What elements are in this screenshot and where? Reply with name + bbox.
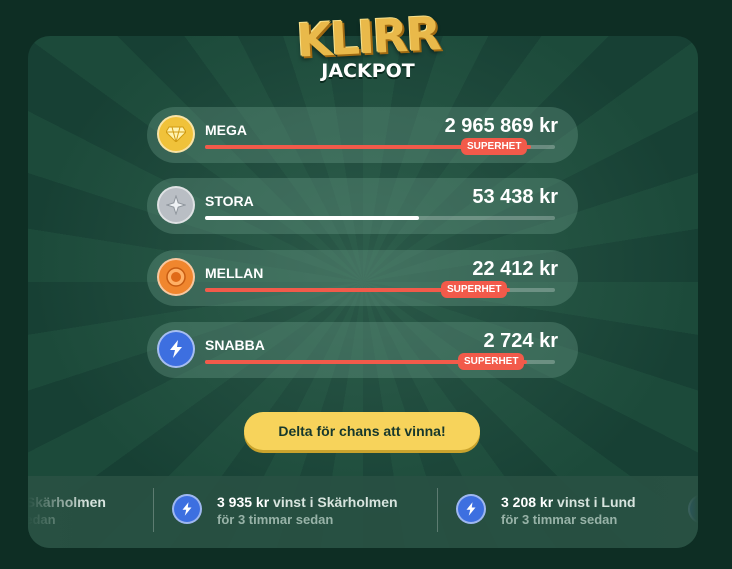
tier-amount: 2 965 869 kr [444, 115, 558, 137]
ticker-time: för 3 timmar sedan [501, 512, 618, 527]
progress-bar: SUPERHET [205, 353, 555, 370]
logo-sub-text: JACKPOT [321, 60, 415, 82]
superhet-badge: SUPERHET [441, 281, 508, 298]
progress-bar [205, 216, 555, 220]
ticker-amount: 3 935 kr [217, 494, 270, 510]
tier-mellan: MELLAN 22 412 kr SUPERHET [147, 250, 578, 306]
winners-ticker: i Skärholmen sedan 3 935 kr vinst i Skär… [28, 476, 698, 548]
logo-main-text: KLIRR [295, 6, 441, 68]
ticker-amount: 3 208 kr [501, 494, 554, 510]
progress-bar: SUPERHET [205, 138, 555, 155]
diamond-icon [157, 115, 195, 153]
tier-name: MEGA [205, 122, 247, 138]
ticker-divider [437, 488, 438, 532]
tier-stora: STORA 53 438 kr [147, 178, 578, 234]
ticker-time: för 3 timmar sedan [217, 512, 334, 527]
tier-snabba: SNABBA 2 724 kr SUPERHET [147, 322, 578, 378]
tier-amount: 53 438 kr [472, 186, 558, 208]
lightning-icon [172, 494, 202, 524]
ticker-headline: 3 208 kr vinst i Lund [501, 494, 636, 510]
ticker-divider [153, 488, 154, 532]
lightning-icon [456, 494, 486, 524]
tier-name: STORA [205, 193, 254, 209]
ticker-text: vinst i Lund [553, 494, 636, 510]
circle-icon [157, 258, 195, 296]
tier-amount: 2 724 kr [483, 330, 558, 352]
join-chance-button[interactable]: Delta för chans att vinna! [244, 412, 480, 450]
progress-fill [205, 216, 419, 220]
ticker-fade-right [638, 476, 698, 548]
ticker-item: 3 935 kr vinst i Skärholmen för 3 timmar… [172, 490, 442, 534]
superhet-badge: SUPERHET [461, 138, 528, 155]
superhet-badge: SUPERHET [458, 353, 525, 370]
star-icon [157, 186, 195, 224]
progress-bar: SUPERHET [205, 281, 555, 298]
tier-mega: MEGA 2 965 869 kr SUPERHET [147, 107, 578, 163]
tier-name: MELLAN [205, 265, 264, 281]
ticker-fade-left [28, 476, 88, 548]
ticker-headline: 3 935 kr vinst i Skärholmen [217, 494, 398, 510]
lightning-icon [157, 330, 195, 368]
klirr-jackpot-logo: KLIRR JACKPOT [283, 6, 453, 84]
tier-name: SNABBA [205, 337, 265, 353]
ticker-text: vinst i Skärholmen [269, 494, 398, 510]
tier-amount: 22 412 kr [472, 258, 558, 280]
